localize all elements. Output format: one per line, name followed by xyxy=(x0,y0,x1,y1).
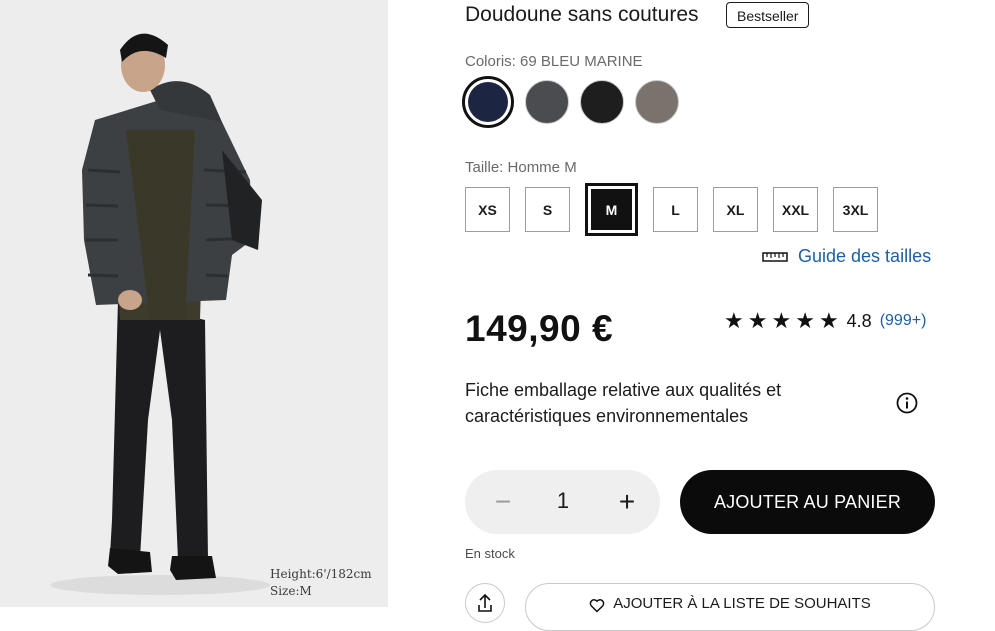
increase-quantity-button[interactable]: + xyxy=(607,482,647,522)
size-guide-label: Guide des tailles xyxy=(798,246,932,266)
review-count-link[interactable]: (999+) xyxy=(880,312,927,330)
share-button[interactable] xyxy=(465,583,505,623)
product-price: 149,90 € xyxy=(465,308,614,349)
wishlist-label: AJOUTER À LA LISTE DE SOUHAITS xyxy=(613,595,871,612)
star-icon: ★ xyxy=(724,308,744,333)
add-to-wishlist-button[interactable]: AJOUTER À LA LISTE DE SOUHAITS xyxy=(525,583,935,631)
quantity-value[interactable]: 1 xyxy=(545,488,581,514)
color-swatch-dark-gray[interactable] xyxy=(525,80,569,124)
star-icon: ★ xyxy=(771,308,792,333)
ruler-icon xyxy=(762,251,788,262)
add-to-cart-button[interactable]: AJOUTER AU PANIER xyxy=(680,470,935,534)
model-height: Height:6'/182cm xyxy=(270,567,372,581)
size-option-xxl[interactable]: XXL xyxy=(773,187,818,232)
star-icon: ★ xyxy=(747,308,768,333)
size-option-s[interactable]: S xyxy=(525,187,570,232)
decrease-quantity-button[interactable]: − xyxy=(483,482,523,522)
stock-status: En stock xyxy=(465,546,515,561)
model-illustration xyxy=(50,33,270,595)
share-icon xyxy=(478,593,492,612)
product-photo[interactable]: Height:6'/182cm Size:M xyxy=(0,0,388,607)
photo-caption: Height:6'/182cm Size:M xyxy=(270,566,372,600)
star-icon: ★ xyxy=(818,308,839,333)
rating-value: 4.8 xyxy=(846,310,872,331)
quantity-stepper: − 1 + xyxy=(465,470,660,534)
size-label: Taille: Homme M xyxy=(465,159,577,176)
bestseller-badge: Bestseller xyxy=(726,2,810,28)
size-option-m[interactable]: M xyxy=(585,183,638,236)
size-option-3xl[interactable]: 3XL xyxy=(833,187,878,232)
environmental-info-text[interactable]: Fiche emballage relative aux qualités et… xyxy=(465,377,825,429)
color-label: Coloris: 69 BLEU MARINE xyxy=(465,53,643,70)
size-option-xl[interactable]: XL xyxy=(713,187,758,232)
model-size: Size:M xyxy=(270,584,312,598)
size-guide-link[interactable]: Guide des tailles xyxy=(762,246,931,267)
color-swatches xyxy=(462,76,679,128)
heart-icon xyxy=(589,599,605,613)
color-swatch-navy[interactable] xyxy=(462,76,514,128)
color-swatch-black[interactable] xyxy=(580,80,624,124)
star-icon: ★ xyxy=(795,308,815,333)
size-option-m-label: M xyxy=(591,189,632,230)
size-options: XS S M L XL XXL 3XL xyxy=(465,183,878,236)
size-option-xs[interactable]: XS xyxy=(465,187,510,232)
size-option-l[interactable]: L xyxy=(653,187,698,232)
rating[interactable]: ★ ★ ★ ★ ★ 4.8 (999+) xyxy=(724,309,926,333)
info-icon[interactable] xyxy=(896,392,918,414)
product-title: Doudoune sans coutures xyxy=(465,3,699,26)
color-swatch-gray-brown[interactable] xyxy=(635,80,679,124)
